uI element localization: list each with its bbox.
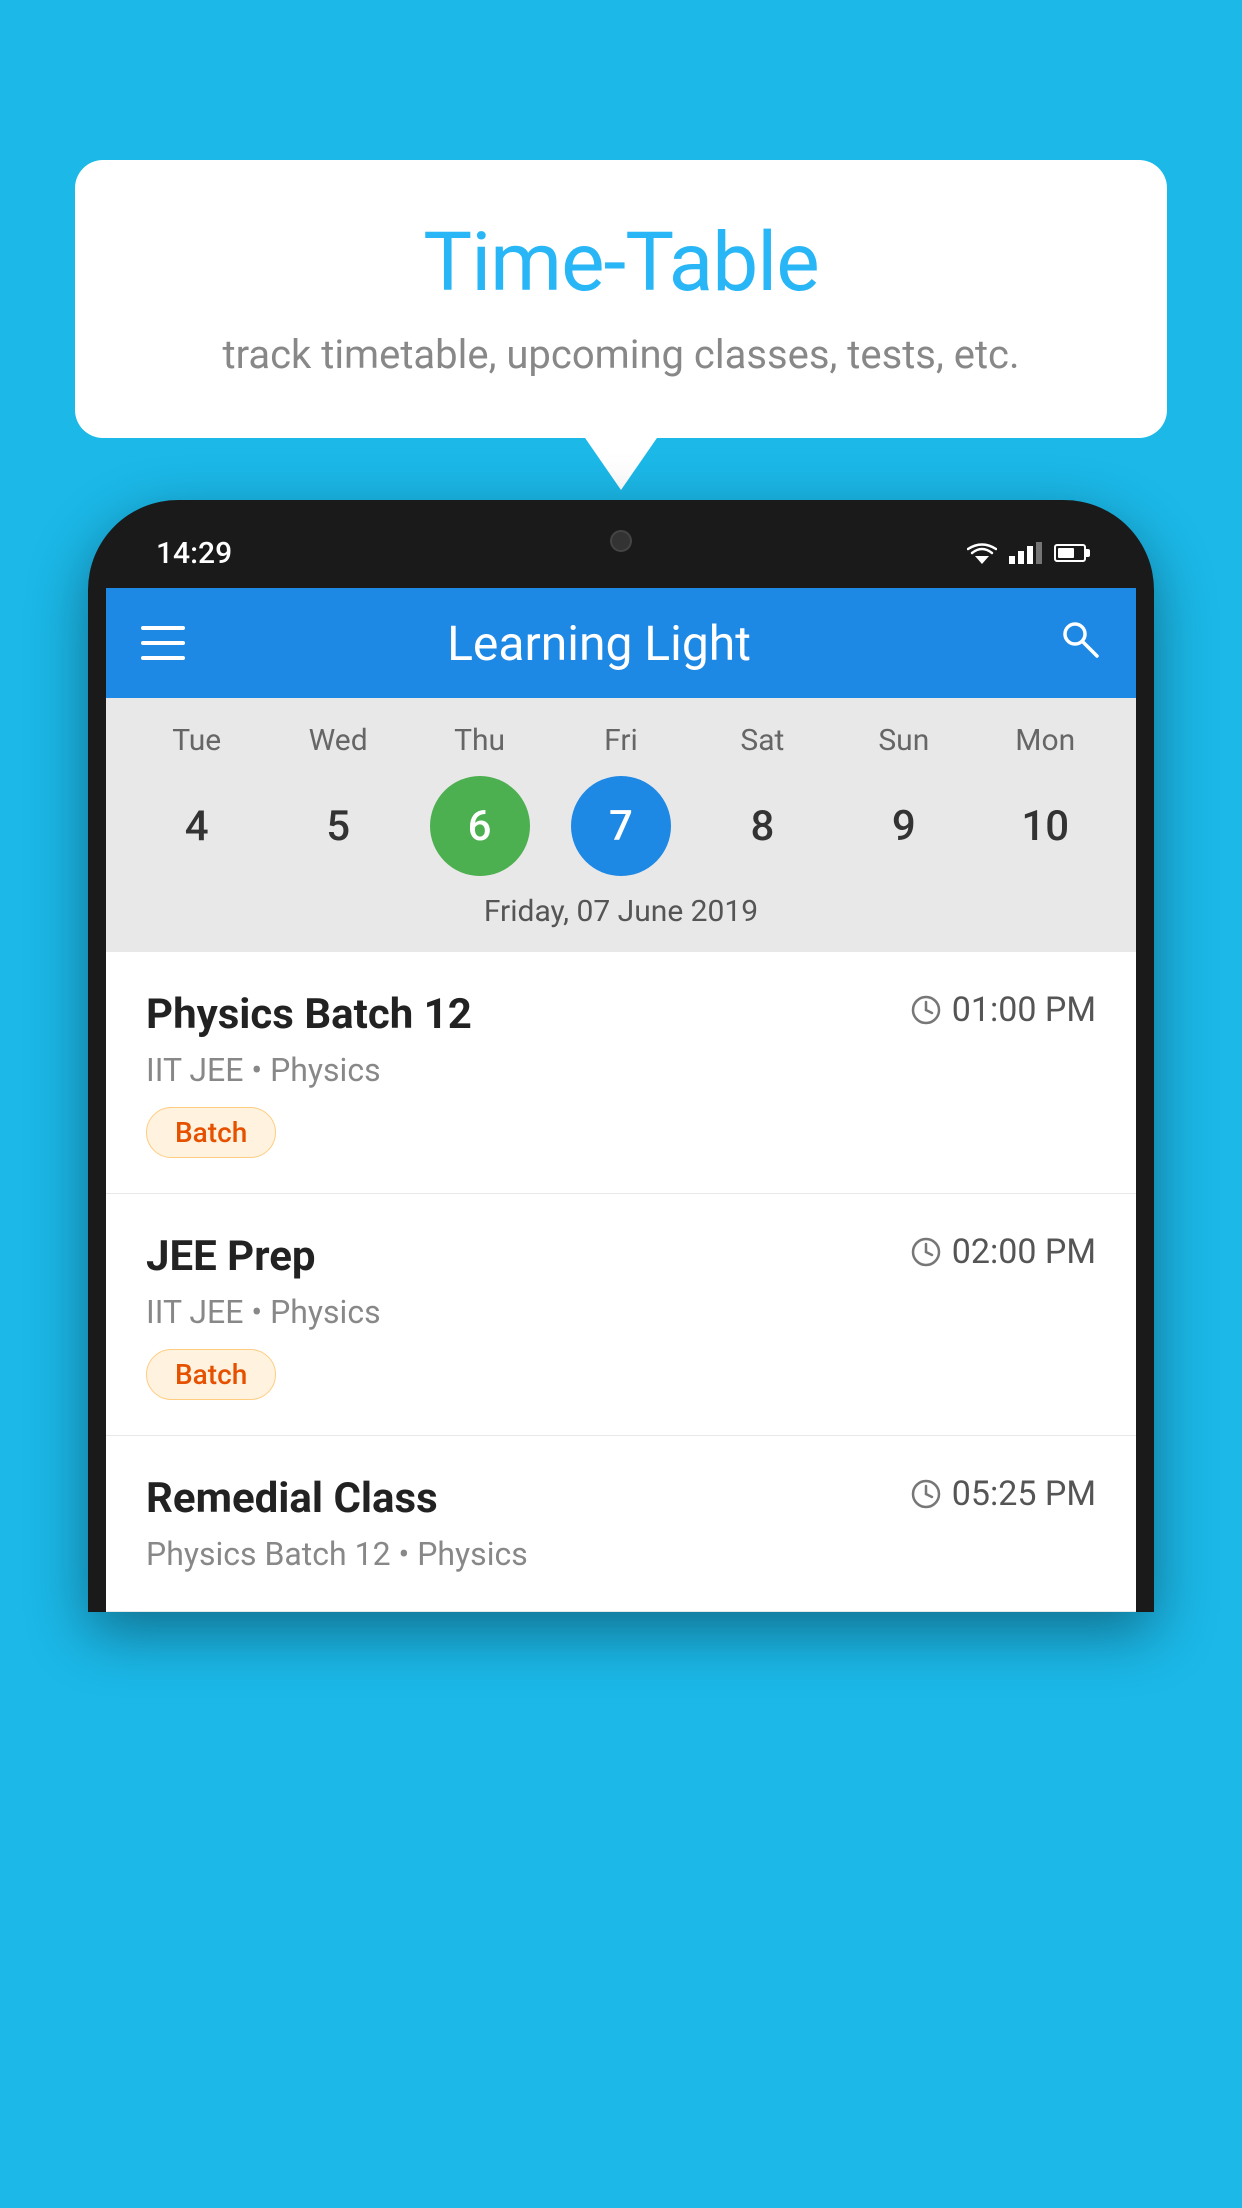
phone-mockup: 14:29 <box>88 500 1154 2208</box>
calendar-date[interactable]: 10 <box>995 776 1095 876</box>
app-title: Learning Light <box>141 615 1057 672</box>
page-subtitle: track timetable, upcoming classes, tests… <box>135 331 1107 378</box>
battery-icon <box>1054 544 1086 562</box>
camera <box>610 530 632 552</box>
batch-badge: Batch <box>146 1107 276 1158</box>
signal-icon <box>1009 542 1042 564</box>
speech-bubble-container: Time-Table track timetable, upcoming cla… <box>75 160 1167 438</box>
notch <box>561 518 681 563</box>
day-label: Thu <box>430 723 530 758</box>
day-label: Sun <box>854 723 954 758</box>
schedule-list: Physics Batch 12 01:00 PM IIT JEE • Phys… <box>106 952 1136 1612</box>
time-text: 01:00 PM <box>952 990 1096 1030</box>
calendar-header: Tue Wed Thu Fri Sat Sun Mon 4 5 6 7 8 9 … <box>106 698 1136 952</box>
status-icons <box>967 542 1086 564</box>
time-text: 02:00 PM <box>952 1232 1096 1272</box>
clock-icon <box>910 1236 942 1268</box>
schedule-title: Physics Batch 12 <box>146 990 472 1039</box>
time-text: 05:25 PM <box>952 1474 1096 1514</box>
schedule-title: Remedial Class <box>146 1474 438 1523</box>
phone-outer: 14:29 <box>88 500 1154 1612</box>
days-row: Tue Wed Thu Fri Sat Sun Mon <box>126 723 1116 758</box>
wifi-icon <box>967 542 997 564</box>
battery-fill <box>1058 548 1074 558</box>
schedule-item[interactable]: Remedial Class 05:25 PM Physics Batch 12… <box>106 1436 1136 1612</box>
day-label: Fri <box>571 723 671 758</box>
schedule-subtitle: IIT JEE • Physics <box>146 1293 1096 1331</box>
schedule-item-header: Remedial Class 05:25 PM <box>146 1474 1096 1523</box>
page-title: Time-Table <box>135 215 1107 311</box>
schedule-item[interactable]: Physics Batch 12 01:00 PM IIT JEE • Phys… <box>106 952 1136 1194</box>
day-label: Wed <box>288 723 388 758</box>
schedule-item-header: JEE Prep 02:00 PM <box>146 1232 1096 1281</box>
speech-bubble: Time-Table track timetable, upcoming cla… <box>75 160 1167 438</box>
day-label: Sat <box>712 723 812 758</box>
dates-row: 4 5 6 7 8 9 10 <box>126 776 1116 876</box>
calendar-date[interactable]: 4 <box>147 776 247 876</box>
search-button[interactable] <box>1057 616 1101 671</box>
phone-screen: Learning Light Tue Wed Thu Fri Sat Sun <box>106 588 1136 1612</box>
calendar-date[interactable]: 8 <box>712 776 812 876</box>
status-time: 14:29 <box>156 536 232 571</box>
schedule-subtitle: Physics Batch 12 • Physics <box>146 1535 1096 1573</box>
day-label: Tue <box>147 723 247 758</box>
schedule-time: 01:00 PM <box>910 990 1096 1030</box>
schedule-time: 02:00 PM <box>910 1232 1096 1272</box>
schedule-item-header: Physics Batch 12 01:00 PM <box>146 990 1096 1039</box>
clock-icon <box>910 1478 942 1510</box>
status-bar: 14:29 <box>106 518 1136 588</box>
day-label: Mon <box>995 723 1095 758</box>
calendar-date[interactable]: 9 <box>854 776 954 876</box>
schedule-time: 05:25 PM <box>910 1474 1096 1514</box>
schedule-subtitle: IIT JEE • Physics <box>146 1051 1096 1089</box>
calendar-date-selected[interactable]: 7 <box>571 776 671 876</box>
schedule-item[interactable]: JEE Prep 02:00 PM IIT JEE • Physics Batc… <box>106 1194 1136 1436</box>
selected-date-label: Friday, 07 June 2019 <box>126 894 1116 937</box>
batch-badge: Batch <box>146 1349 276 1400</box>
schedule-title: JEE Prep <box>146 1232 316 1281</box>
calendar-date[interactable]: 5 <box>288 776 388 876</box>
calendar-date-today[interactable]: 6 <box>430 776 530 876</box>
app-bar: Learning Light <box>106 588 1136 698</box>
clock-icon <box>910 994 942 1026</box>
